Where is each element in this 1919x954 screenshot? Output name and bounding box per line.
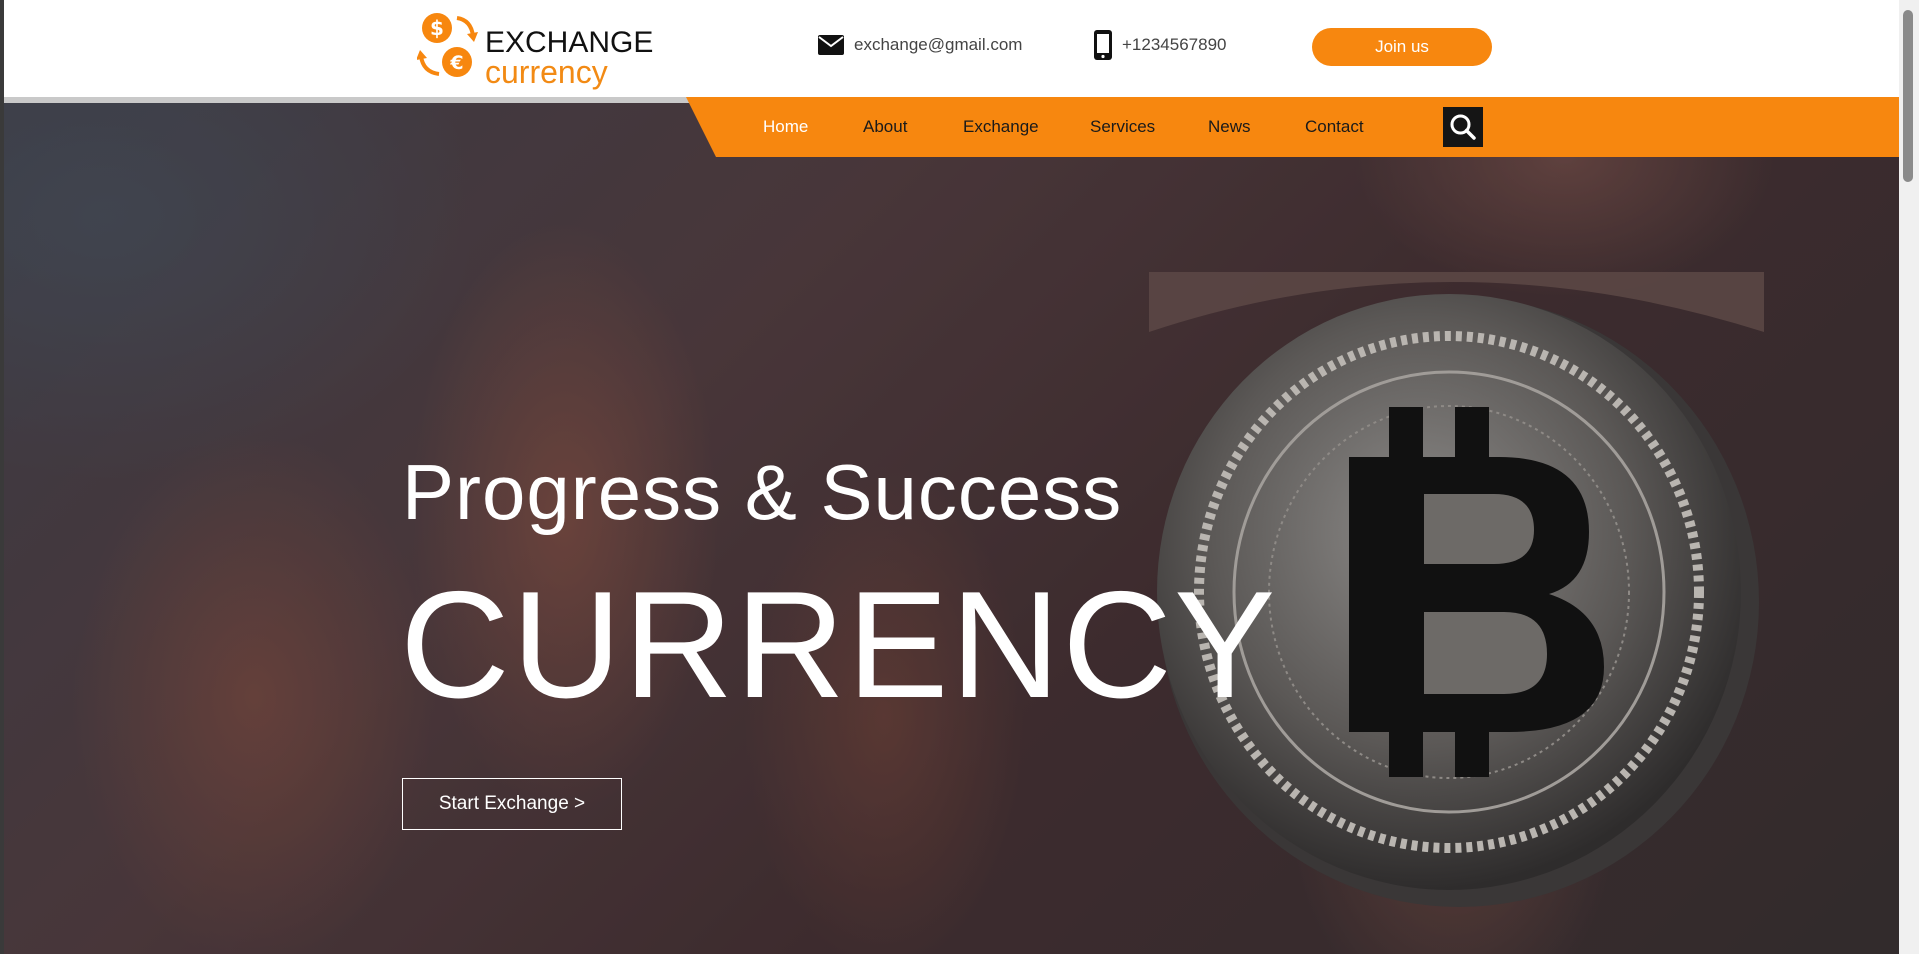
currency-exchange-icon: $ € <box>417 13 478 77</box>
start-exchange-button[interactable]: Start Exchange > <box>402 778 622 830</box>
hero-subtitle: Progress & Success <box>402 448 1123 536</box>
contact-phone: +1234567890 <box>1094 28 1226 62</box>
envelope-icon <box>818 35 844 55</box>
top-header: $ € EXCHANGE currency exchange@gmail.com… <box>4 0 1899 97</box>
nav-item-news[interactable]: News <box>1208 97 1251 157</box>
nav-item-services[interactable]: Services <box>1090 97 1155 157</box>
scrollbar-thumb[interactable] <box>1903 10 1913 182</box>
email-text[interactable]: exchange@gmail.com <box>854 35 1022 55</box>
search-icon <box>1450 114 1476 140</box>
nav-item-home[interactable]: Home <box>763 97 808 157</box>
nav-item-exchange[interactable]: Exchange <box>963 97 1039 157</box>
join-us-button[interactable]: Join us <box>1312 28 1492 66</box>
header-divider <box>4 97 694 103</box>
brand-name-secondary: currency <box>485 54 608 90</box>
brand-logo[interactable]: $ € EXCHANGE currency <box>417 12 657 88</box>
nav-item-about[interactable]: About <box>863 97 907 157</box>
svg-text:$: $ <box>430 16 444 40</box>
page-scrollbar[interactable] <box>1899 0 1919 954</box>
svg-text:€: € <box>449 52 463 74</box>
hero-title: CURRENCY <box>400 560 1278 730</box>
contact-email: exchange@gmail.com <box>818 28 1022 62</box>
main-navigation: Home About Exchange Services News Contac… <box>686 97 1899 157</box>
nav-item-contact[interactable]: Contact <box>1305 97 1364 157</box>
smartphone-icon <box>1094 30 1112 60</box>
hero-banner: Progress & Success CURRENCY Start Exchan… <box>4 97 1899 954</box>
search-button[interactable] <box>1443 107 1483 147</box>
phone-text[interactable]: +1234567890 <box>1122 35 1226 55</box>
